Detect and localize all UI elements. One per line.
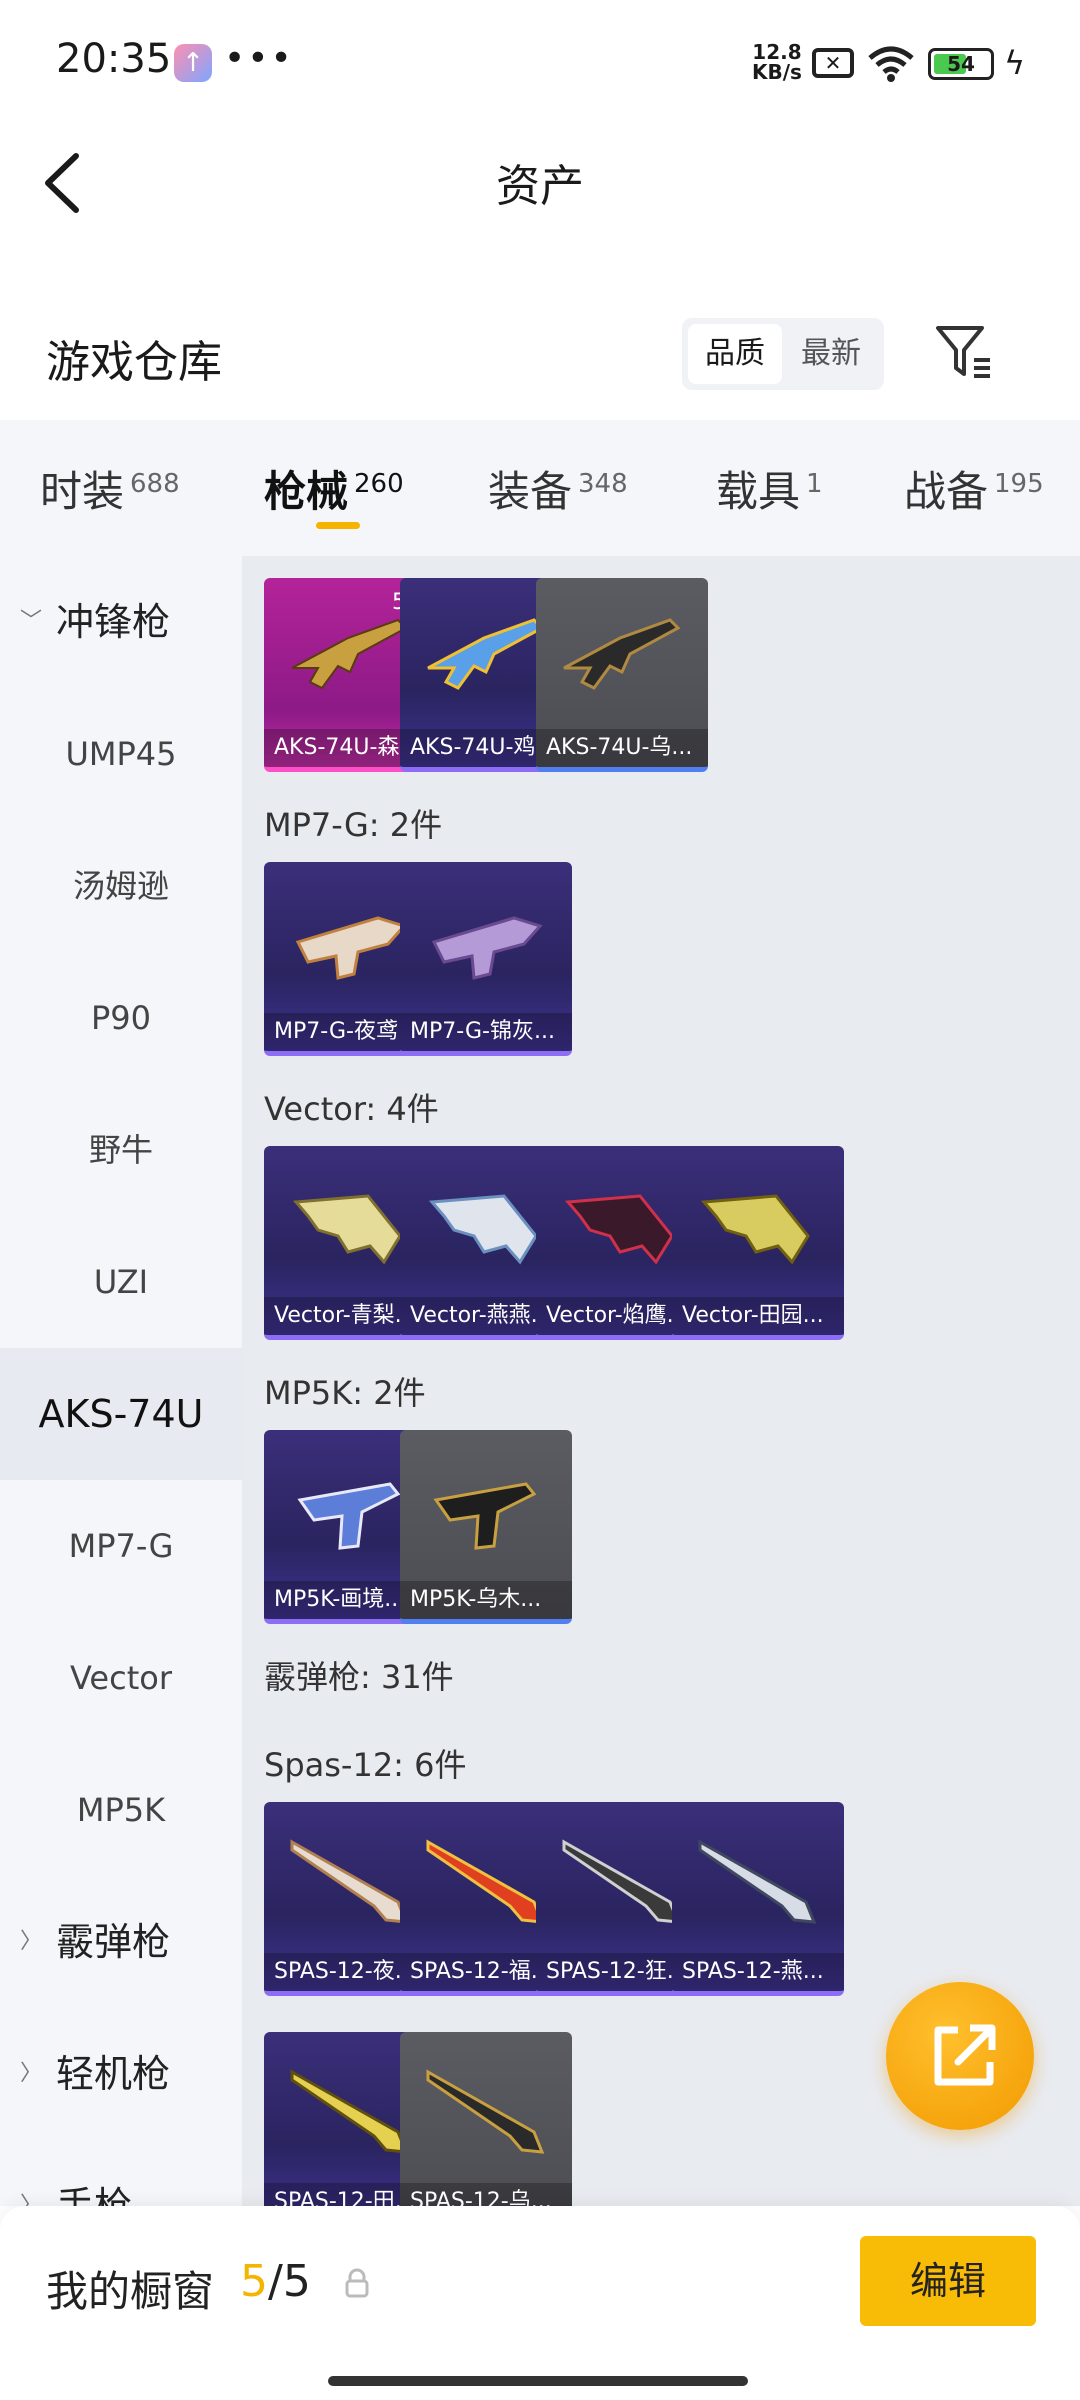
sidebar-item-mp5k[interactable]: MP5K <box>0 1744 242 1876</box>
tab-count: 260 <box>354 469 404 499</box>
weapon-card-name: Vector-田园... <box>672 1297 844 1335</box>
warehouse-title: 游戏仓库 <box>46 337 222 388</box>
network-speed: 12.8 KB/s <box>752 42 802 82</box>
section-label-spas12: Spas-12: 6件 <box>264 1746 467 1784</box>
lock-icon <box>345 2268 369 2298</box>
weapon-card-name: SPAS-12-燕... <box>672 1953 844 1991</box>
weapon-card-name: SPAS-12-乌... <box>400 2183 572 2206</box>
tab-supplies[interactable]: 战备 195 <box>904 458 1044 519</box>
status-time: 20:35 <box>56 36 172 82</box>
sidebar-item-label: 手枪 <box>56 2184 133 2206</box>
sidebar-item-aks74u[interactable]: AKS-74U <box>0 1348 242 1480</box>
sidebar-item-uzi[interactable]: UZI <box>0 1216 242 1348</box>
weapon-card[interactable]: SPAS-12-乌... <box>400 2032 572 2206</box>
weapon-card[interactable]: MP7-G-锦灰... <box>400 862 572 1056</box>
battery-icon: 54 <box>928 48 994 80</box>
showcase-label: 我的橱窗 <box>46 2267 215 2316</box>
weapon-card[interactable]: AKS-74U-乌... <box>536 578 708 772</box>
sidebar-item-thompson[interactable]: 汤姆逊 <box>0 820 242 952</box>
tab-label: 载具 <box>716 467 801 516</box>
tab-label: 枪械 <box>264 467 349 516</box>
sort-quality-option[interactable]: 品质 <box>688 324 782 384</box>
more-notifications-icon: ••• <box>224 38 294 79</box>
chevron-right-icon: 〉 <box>20 1929 43 1954</box>
weapon-card-name: AKS-74U-乌... <box>536 729 708 767</box>
battery-level: 54 <box>947 52 975 76</box>
charging-icon: ϟ <box>1004 44 1026 82</box>
sidebar-item-p90[interactable]: P90 <box>0 952 242 1084</box>
gun-image-icon <box>700 1194 810 1265</box>
showcase-bar: 我的橱窗 5/5 编辑 <box>0 2206 1080 2400</box>
share-button[interactable] <box>886 1982 1034 2130</box>
section-label-vector: Vector: 4件 <box>264 1090 439 1128</box>
tab-label: 时装 <box>40 467 125 516</box>
sidebar-item-mp7g[interactable]: MP7-G <box>0 1480 242 1612</box>
page-title: 资产 <box>496 161 584 212</box>
gun-image-icon <box>563 618 681 690</box>
share-external-icon <box>934 2024 996 2086</box>
weapon-card[interactable]: Vector-田园... <box>672 1146 844 1340</box>
sidebar-group-shotgun[interactable]: 〉霰弹枪 <box>0 1876 242 2008</box>
sidebar-item-label: 霰弹枪 <box>56 1920 171 1964</box>
gun-image-icon <box>426 2069 545 2154</box>
chevron-down-icon: ﹀ <box>20 609 43 634</box>
category-tabs: 时装 688 枪械 260 装备 348 载具 1 战备 195 <box>0 420 1080 556</box>
weapon-sidebar: ﹀ 冲锋枪 UMP45 汤姆逊 P90 野牛 UZI AKS-74U MP7-G … <box>0 556 242 2206</box>
weapon-card[interactable]: SPAS-12-燕... <box>672 1802 844 1996</box>
home-indicator[interactable] <box>328 2376 748 2386</box>
tab-fashion[interactable]: 时装 688 <box>40 458 180 519</box>
weapon-card[interactable]: MP5K-乌木... <box>400 1430 572 1624</box>
tab-count: 688 <box>130 469 180 499</box>
section-label-shotgun: 霰弹枪: 31件 <box>264 1658 454 1696</box>
chevron-right-icon: 〉 <box>20 2193 43 2206</box>
status-bar: 20:35 ↑ ••• 12.8 KB/s ✕ 54 ϟ <box>0 0 1080 124</box>
sort-toggle: 品质 最新 <box>682 318 884 390</box>
weapon-card-name: MP7-G-锦灰... <box>400 1013 572 1051</box>
weapon-card-name: MP5K-乌木... <box>400 1581 572 1619</box>
sidebar-item-ump45[interactable]: UMP45 <box>0 688 242 820</box>
chevron-right-icon: 〉 <box>20 2061 43 2086</box>
gun-image-icon <box>431 916 543 980</box>
tab-label: 战备 <box>904 467 989 516</box>
tab-label: 装备 <box>488 467 573 516</box>
tab-count: 195 <box>994 469 1044 499</box>
sidebar-item-bizon[interactable]: 野牛 <box>0 1084 242 1216</box>
weapon-grid: 5级 AKS-74U-森... AKS-74U-鸡... AKS-74U-乌..… <box>242 556 1080 2206</box>
no-sim-icon: ✕ <box>812 48 854 78</box>
tab-count: 348 <box>578 469 628 499</box>
sidebar-group-smg[interactable]: ﹀ 冲锋枪 <box>0 556 242 688</box>
tab-equipment[interactable]: 装备 348 <box>488 458 628 519</box>
sidebar-item-label: 冲锋枪 <box>56 600 171 644</box>
section-label-mp5k: MP5K: 2件 <box>264 1374 426 1412</box>
sort-newest-option[interactable]: 最新 <box>784 324 878 384</box>
gun-image-icon <box>698 1839 817 1924</box>
sidebar-item-vector[interactable]: Vector <box>0 1612 242 1744</box>
section-label-mp7g: MP7-G: 2件 <box>264 806 443 844</box>
tab-vehicles[interactable]: 载具 1 <box>716 458 823 519</box>
wifi-icon <box>868 46 914 82</box>
sidebar-item-label: 轻机枪 <box>56 2052 171 2096</box>
edit-button[interactable]: 编辑 <box>860 2236 1036 2326</box>
showcase-used: 5 <box>240 2256 268 2307</box>
app-notification-icon: ↑ <box>174 44 212 82</box>
gun-image-icon <box>433 1482 537 1550</box>
sidebar-group-pistol[interactable]: 〉手枪 <box>0 2140 242 2206</box>
tab-firearms[interactable]: 枪械 260 <box>264 458 404 519</box>
sidebar-group-lmg[interactable]: 〉轻机枪 <box>0 2008 242 2140</box>
network-speed-unit: KB/s <box>752 60 802 84</box>
filter-icon[interactable] <box>932 320 996 384</box>
active-tab-indicator <box>316 522 360 529</box>
showcase-count: 5/5 <box>240 2256 311 2307</box>
showcase-total: /5 <box>268 2256 311 2307</box>
tab-count: 1 <box>806 469 823 499</box>
